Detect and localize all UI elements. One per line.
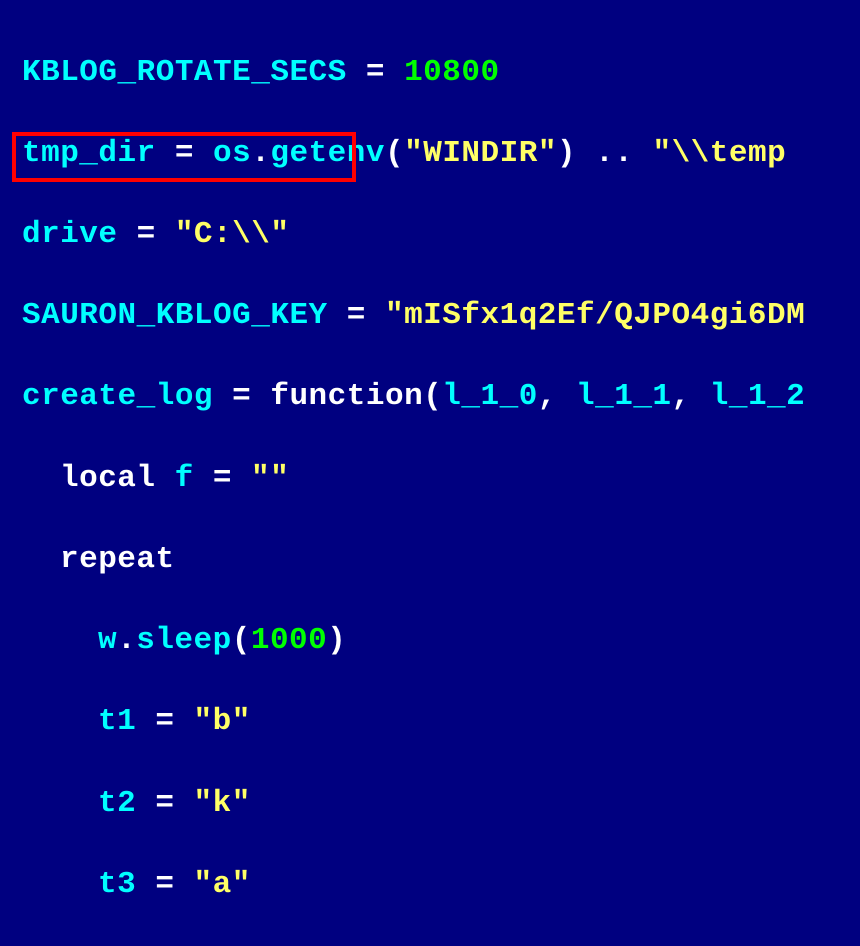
code-line-8: w.sleep(1000) — [22, 621, 860, 662]
paren-open: ( — [232, 623, 251, 658]
function-name: getenv — [270, 136, 385, 171]
assign-op: = — [347, 55, 404, 90]
param-name: l_1_1 — [576, 379, 672, 414]
param-name: l_1_2 — [710, 379, 806, 414]
assign-op: = — [136, 867, 193, 902]
code-block: KBLOG_ROTATE_SECS = 10800 tmp_dir = os.g… — [0, 0, 860, 946]
assign-op: = — [213, 379, 270, 414]
code-line-6: local f = "" — [22, 459, 860, 500]
assign-op: = — [328, 298, 385, 333]
string-literal: "C:\\" — [175, 217, 290, 252]
code-line-7: repeat — [22, 540, 860, 581]
code-line-10: t2 = "k" — [22, 784, 860, 825]
code-line-1: KBLOG_ROTATE_SECS = 10800 — [22, 53, 860, 94]
string-literal: "b" — [194, 704, 251, 739]
string-literal: "k" — [194, 786, 251, 821]
keyword: function — [270, 379, 423, 414]
variable-name: create_log — [22, 379, 213, 414]
number-literal: 10800 — [404, 55, 500, 90]
object-name: w — [98, 623, 117, 658]
dot-op: . — [251, 136, 270, 171]
keyword: repeat — [60, 542, 175, 577]
code-line-2: tmp_dir = os.getenv("WINDIR") .. "\\temp — [22, 134, 860, 175]
number-literal: 1000 — [251, 623, 327, 658]
paren-open: ( — [423, 379, 442, 414]
paren-close: ) — [557, 136, 576, 171]
paren-open: ( — [385, 136, 404, 171]
string-literal: "WINDIR" — [404, 136, 557, 171]
param-name: l_1_0 — [442, 379, 538, 414]
code-line-4: SAURON_KBLOG_KEY = "mISfx1q2Ef/QJPO4gi6D… — [22, 296, 860, 337]
space — [156, 461, 175, 496]
string-literal: "a" — [194, 867, 251, 902]
concat-op: .. — [576, 136, 652, 171]
variable-name: KBLOG_ROTATE_SECS — [22, 55, 347, 90]
string-literal: "mISfx1q2Ef/QJPO4gi6DM — [385, 298, 805, 333]
code-line-9: t1 = "b" — [22, 702, 860, 743]
code-line-11: t3 = "a" — [22, 865, 860, 906]
variable-name: tmp_dir — [22, 136, 156, 171]
assign-op: = — [136, 704, 193, 739]
comma: , — [672, 379, 710, 414]
variable-name: t2 — [98, 786, 136, 821]
object-name: os — [213, 136, 251, 171]
string-literal: "\\temp — [652, 136, 786, 171]
variable-name: SAURON_KBLOG_KEY — [22, 298, 328, 333]
comma: , — [538, 379, 576, 414]
variable-name: f — [175, 461, 194, 496]
function-name: sleep — [136, 623, 232, 658]
assign-op: = — [194, 461, 251, 496]
keyword: local — [60, 461, 156, 496]
code-line-5: create_log = function(l_1_0, l_1_1, l_1_… — [22, 377, 860, 418]
variable-name: t3 — [98, 867, 136, 902]
string-literal: "" — [251, 461, 289, 496]
code-line-3: drive = "C:\\" — [22, 215, 860, 256]
variable-name: drive — [22, 217, 118, 252]
paren-close: ) — [327, 623, 346, 658]
variable-name: t1 — [98, 704, 136, 739]
assign-op: = — [136, 786, 193, 821]
assign-op: = — [118, 217, 175, 252]
assign-op: = — [156, 136, 213, 171]
dot-op: . — [117, 623, 136, 658]
